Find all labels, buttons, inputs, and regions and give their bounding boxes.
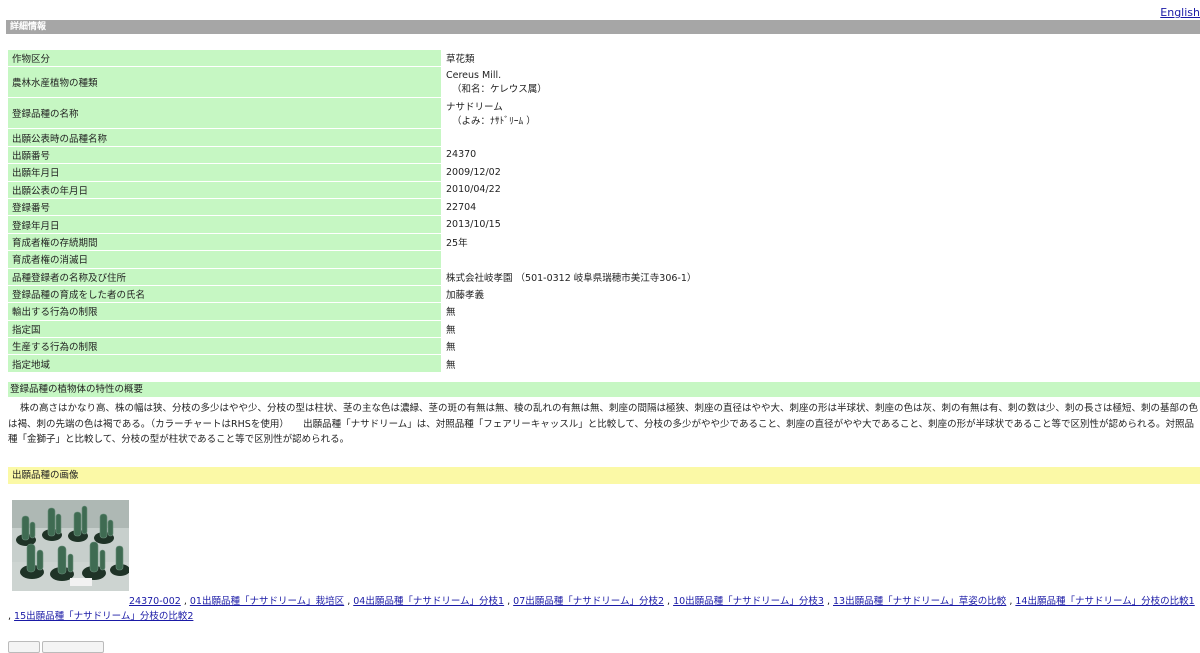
detail-label: 登録品種の育成をした者の氏名 <box>8 285 441 303</box>
detail-row: 輸出する行為の制限無 <box>8 303 1199 320</box>
detail-value-cell: 無 <box>442 355 1199 372</box>
detail-row: 出願公表時の品種名称 <box>8 129 1199 146</box>
detail-value: 24370 <box>446 149 477 161</box>
detail-value-note: （よみ：ﾅｻﾄﾞﾘｰﾑ ） <box>452 116 536 128</box>
link-separator: , <box>504 596 514 607</box>
detail-value-cell: Cereus Mill. （和名：ケレウス属） <box>442 67 1199 98</box>
detail-value: 無 <box>446 324 456 336</box>
detail-value-cell: 24370 <box>442 146 1199 164</box>
detail-label: 指定国 <box>8 320 441 338</box>
detail-value-cell: 加藤孝義 <box>442 285 1199 303</box>
detail-value: 22704 <box>446 201 477 213</box>
detail-row: 育成者権の消滅日 <box>8 251 1199 268</box>
detail-value-note: （和名：ケレウス属） <box>452 83 547 95</box>
image-link[interactable]: 04出願品種「ナサドリーム」分枝1 <box>353 596 504 607</box>
form-button[interactable] <box>42 641 104 653</box>
image-link[interactable]: 15出願品種「ナサドリーム」分枝の比較2 <box>14 611 193 622</box>
detail-value: 2013/10/15 <box>446 219 501 231</box>
detail-value: 25年 <box>446 237 468 249</box>
summary-heading: 登録品種の植物体の特性の概要 <box>8 382 1200 397</box>
detail-row: 登録番号 22704 <box>8 198 1199 216</box>
detail-value-cell: 22704 <box>442 198 1199 216</box>
detail-label: 出願年月日 <box>8 164 441 181</box>
detail-value-cell <box>442 129 1199 146</box>
detail-table: 作物区分 草花類 農林水産植物の種類 Cereus Mill. （和名：ケレウス属） 登録… <box>7 49 1200 373</box>
detail-row: 育成者権の存続期間 25年 <box>8 233 1199 251</box>
detail-row: 農林水産植物の種類 Cereus Mill. （和名：ケレウス属） <box>8 67 1199 98</box>
detail-value-cell <box>442 251 1199 268</box>
detail-value-cell: 25年 <box>442 233 1199 251</box>
detail-value: 2009/12/02 <box>446 166 501 178</box>
detail-label: 作物区分 <box>8 50 441 67</box>
summary-text: 株の高さはかなり高、株の幅は狭、分枝の多少はやや少、分枝の型は柱状、茎の主な色は… <box>8 403 1199 445</box>
detail-label: 出願公表の年月日 <box>8 181 441 198</box>
detail-row: 指定国無 <box>8 320 1199 338</box>
detail-label: 出願公表時の品種名称 <box>8 129 441 146</box>
image-section-heading: 出願品種の画像 <box>8 467 1200 484</box>
detail-value: 株式会社岐孝園 （501-0312 岐阜県瑞穂市美江寺306-1） <box>446 272 697 284</box>
detail-row: 出願番号 24370 <box>8 146 1199 164</box>
detail-row: 登録品種の育成をした者の氏名 加藤孝義 <box>8 285 1199 303</box>
detail-value-cell: 2013/10/15 <box>442 216 1199 233</box>
detail-value: ナサドリーム <box>446 102 503 114</box>
detail-value: 2010/04/22 <box>446 184 501 196</box>
link-separator: , <box>664 596 674 607</box>
detail-label: 品種登録者の名称及び住所 <box>8 268 441 285</box>
detail-row: 登録年月日 2013/10/15 <box>8 216 1199 233</box>
detail-label: 育成者権の存続期間 <box>8 233 441 251</box>
english-link[interactable]: English <box>1160 6 1200 19</box>
detail-value: 無 <box>446 307 456 319</box>
detail-value-cell: 無 <box>442 303 1199 320</box>
detail-label: 指定地域 <box>8 355 441 372</box>
image-link[interactable]: 13出願品種「ナサドリーム」草姿の比較 <box>833 596 1006 607</box>
detail-value: 加藤孝義 <box>446 290 485 302</box>
link-separator: , <box>344 596 354 607</box>
image-link[interactable]: 10出願品種「ナサドリーム」分枝3 <box>673 596 824 607</box>
form-button[interactable] <box>8 641 40 653</box>
detail-label: 出願番号 <box>8 146 441 164</box>
image-link[interactable]: 01出願品種「ナサドリーム」栽培区 <box>190 596 344 607</box>
detail-value-cell: 2009/12/02 <box>442 164 1199 181</box>
cactus-photo-image <box>12 500 129 591</box>
detail-value-cell: 無 <box>442 320 1199 338</box>
detail-row: 登録品種の名称 ナサドリーム （よみ：ﾅｻﾄﾞﾘｰﾑ ） <box>8 98 1199 129</box>
detail-value: 無 <box>446 359 456 371</box>
section-title-bar: 詳細情報 <box>6 20 1200 34</box>
image-link[interactable]: 14出願品種「ナサドリーム」分枝の比較1 <box>1015 596 1194 607</box>
detail-label: 登録番号 <box>8 198 441 216</box>
detail-label: 農林水産植物の種類 <box>8 67 441 98</box>
detail-row: 生産する行為の制限無 <box>8 338 1199 355</box>
detail-label: 登録品種の名称 <box>8 98 441 129</box>
image-link[interactable]: 07出願品種「ナサドリーム」分枝2 <box>513 596 664 607</box>
image-link-list: 24370-002 , 01出願品種「ナサドリーム」栽培区 , 04出願品種「ナ… <box>8 594 1196 624</box>
detail-label: 登録年月日 <box>8 216 441 233</box>
detail-value-cell: 草花類 <box>442 50 1199 67</box>
detail-value-cell: 株式会社岐孝園 （501-0312 岐阜県瑞穂市美江寺306-1） <box>442 268 1199 285</box>
detail-row: 指定地域無 <box>8 355 1199 372</box>
detail-label: 育成者権の消滅日 <box>8 251 441 268</box>
detail-row: 出願公表の年月日 2010/04/22 <box>8 181 1199 198</box>
detail-value: Cereus Mill. <box>446 69 502 81</box>
detail-row: 作物区分 草花類 <box>8 50 1199 67</box>
detail-label: 輸出する行為の制限 <box>8 303 441 320</box>
detail-value: 草花類 <box>446 54 475 66</box>
detail-value-cell: ナサドリーム （よみ：ﾅｻﾄﾞﾘｰﾑ ） <box>442 98 1199 129</box>
detail-label: 生産する行為の制限 <box>8 338 441 355</box>
detail-row: 品種登録者の名称及び住所 株式会社岐孝園 （501-0312 岐阜県瑞穂市美江寺3… <box>8 268 1199 285</box>
detail-value-cell: 2010/04/22 <box>442 181 1199 198</box>
link-separator: , <box>823 596 833 607</box>
cactus-photo-thumbnail[interactable] <box>12 500 129 591</box>
detail-row: 出願年月日 2009/12/02 <box>8 164 1199 181</box>
link-separator: , <box>180 596 190 607</box>
detail-value: 無 <box>446 342 456 354</box>
detail-value-cell: 無 <box>442 338 1199 355</box>
image-link[interactable]: 24370-002 <box>129 596 181 607</box>
